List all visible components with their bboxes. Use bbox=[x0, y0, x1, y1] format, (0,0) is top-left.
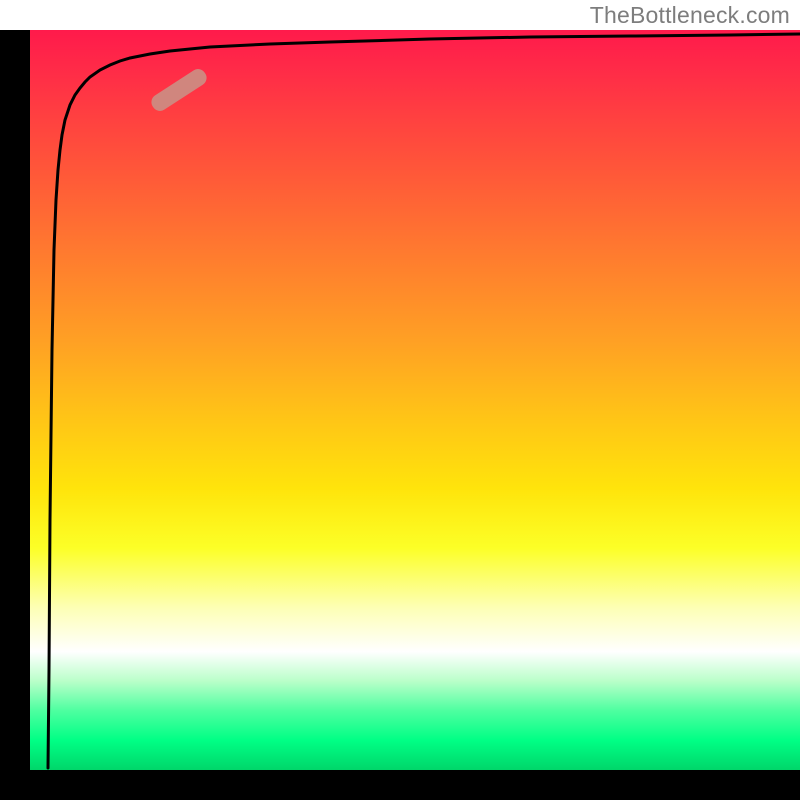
chart-frame: TheBottleneck.com bbox=[0, 0, 800, 800]
attribution-text: TheBottleneck.com bbox=[590, 2, 790, 29]
plot-area bbox=[30, 30, 800, 770]
bottleneck-curve bbox=[48, 34, 800, 768]
curve-marker bbox=[148, 66, 209, 114]
chart-outer-border bbox=[0, 30, 800, 800]
curve-layer bbox=[30, 30, 800, 770]
